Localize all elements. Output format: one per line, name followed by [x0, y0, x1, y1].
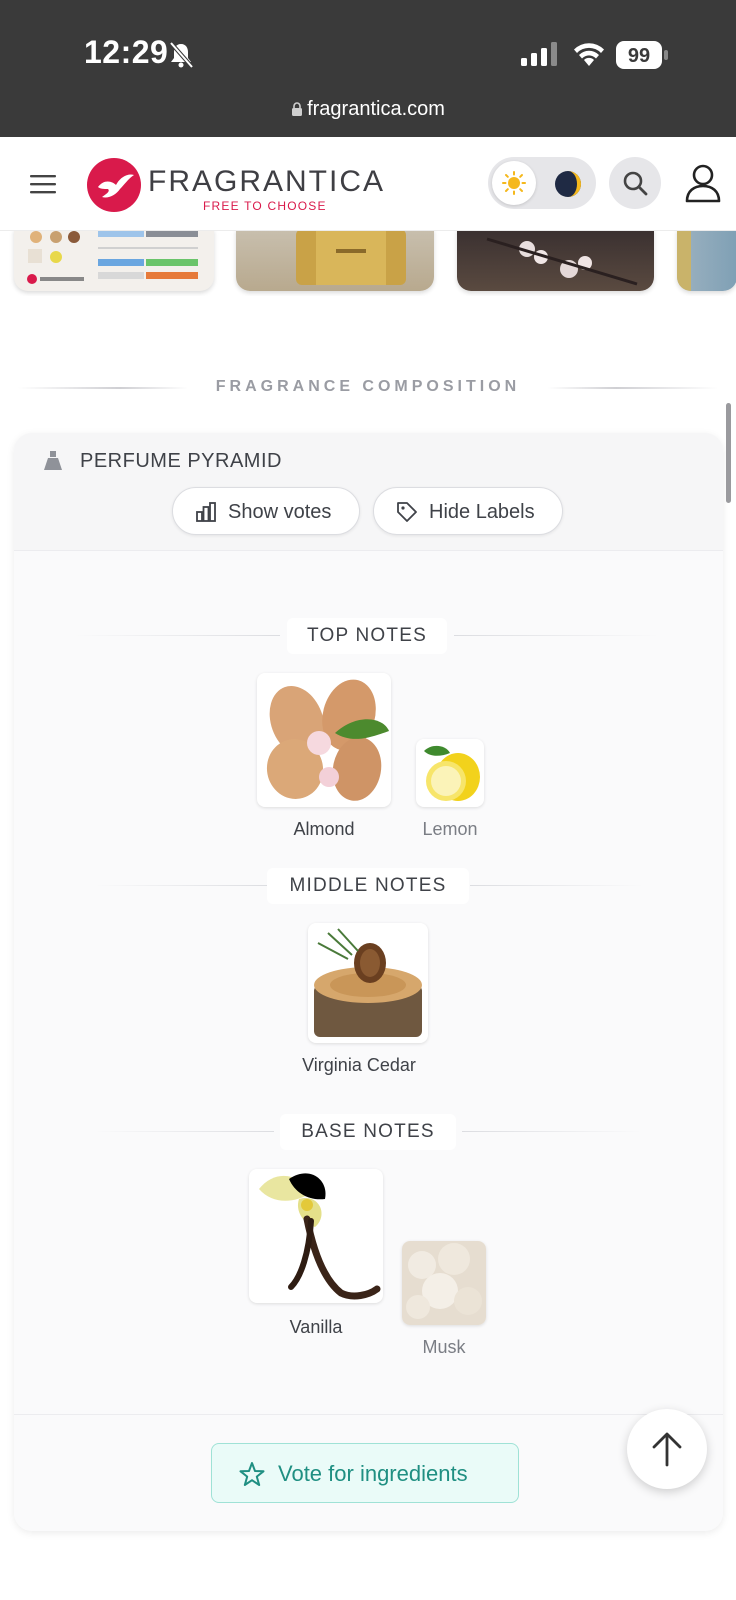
show-votes-button[interactable]: Show votes: [172, 487, 360, 535]
top-notes-label: TOP NOTES: [287, 618, 447, 654]
brand-tagline: FREE TO CHOOSE: [203, 199, 327, 213]
bell-muted-icon: [169, 41, 194, 69]
musk-image: [402, 1241, 486, 1325]
fragrantica-logo-icon[interactable]: [86, 157, 142, 213]
lemon-image: [416, 739, 484, 807]
divider: [470, 885, 644, 886]
thumbnail-notes-preview[interactable]: [14, 231, 214, 291]
scroll-to-top-button[interactable]: [627, 1409, 707, 1489]
moon-icon: [555, 171, 581, 197]
vanilla-label: Vanilla: [289, 1317, 343, 1337]
browser-status-bar: 12:29 99 fragrantica.com: [0, 0, 736, 137]
note-virginia-cedar[interactable]: Virginia Cedar: [299, 923, 439, 1093]
almond-image: [257, 673, 391, 807]
divider: [94, 885, 268, 886]
middle-notes-heading: MIDDLE NOTES: [14, 868, 723, 904]
base-notes-heading: BASE NOTES: [14, 1114, 723, 1150]
battery-icon: 99: [616, 41, 668, 69]
status-time: 12:29: [84, 34, 169, 70]
pyramid-footer: Vote for ingredients: [14, 1414, 723, 1531]
blossom-photo-image: [486, 237, 638, 286]
section-heading: FRAGRANCE COMPOSITION: [0, 376, 736, 400]
vanilla-image: [249, 1169, 383, 1303]
middle-notes-label: MIDDLE NOTES: [267, 868, 469, 904]
divider: [454, 635, 660, 636]
notes-preview-image: [27, 231, 198, 284]
hide-labels-label: Hide Labels: [429, 501, 535, 523]
perfume-pyramid-card: PERFUME PYRAMID Show votes Hide Labels T…: [14, 433, 723, 1531]
note-almond[interactable]: Almond: [257, 673, 393, 853]
pyramid-header: PERFUME PYRAMID Show votes Hide Labels: [14, 433, 723, 551]
url-text: fragrantica.com: [307, 98, 445, 120]
brand-name[interactable]: FRAGRANTICA: [148, 165, 385, 199]
perfume-flask-icon: [44, 451, 62, 470]
pyramid-title: PERFUME PYRAMID: [80, 450, 282, 472]
star-icon: [239, 1462, 265, 1486]
search-button[interactable]: [609, 157, 661, 209]
lock-icon: [292, 102, 303, 116]
hamburger-menu-icon[interactable]: [28, 172, 58, 196]
theme-toggle[interactable]: [488, 157, 596, 209]
base-notes-label: BASE NOTES: [280, 1114, 456, 1150]
lemon-label: Lemon: [422, 819, 478, 839]
almond-label: Almond: [293, 819, 355, 839]
battery-level: 99: [628, 45, 650, 67]
wifi-icon: [574, 43, 604, 66]
divider: [94, 1131, 274, 1132]
vote-for-ingredients-button[interactable]: Vote for ingredients: [211, 1443, 519, 1503]
virginia-cedar-label: Virginia Cedar: [302, 1055, 416, 1075]
search-icon: [623, 171, 648, 196]
thumbnail-bottle-photo[interactable]: [236, 231, 434, 291]
address-bar[interactable]: fragrantica.com: [0, 98, 736, 121]
page-scrollbar[interactable]: [726, 403, 731, 503]
divider: [462, 1131, 642, 1132]
tag-icon: [397, 502, 417, 522]
more-photo-image: [677, 231, 691, 291]
bottle-photo-image: [296, 231, 406, 285]
divider: [74, 635, 280, 636]
virginia-cedar-image: [308, 923, 428, 1043]
theme-toggle-knob: [492, 161, 536, 205]
site-header: FRAGRANTICA FREE TO CHOOSE: [0, 137, 736, 231]
musk-label: Musk: [422, 1337, 466, 1357]
note-lemon[interactable]: Lemon: [410, 739, 500, 859]
vote-button-label: Vote for ingredients: [278, 1461, 468, 1486]
bar-chart-icon: [196, 502, 216, 522]
sun-icon: [502, 171, 526, 195]
hide-labels-button[interactable]: Hide Labels: [373, 487, 563, 535]
show-votes-label: Show votes: [228, 501, 332, 523]
top-notes-heading: TOP NOTES: [14, 618, 723, 654]
arrow-up-icon: [652, 1432, 682, 1467]
note-musk[interactable]: Musk: [402, 1241, 492, 1361]
divider: [548, 387, 718, 389]
thumbnail-more-photo[interactable]: [677, 231, 736, 291]
user-account-icon[interactable]: [684, 163, 722, 203]
signal-icon: [521, 42, 557, 66]
photo-thumbnail-strip: [0, 231, 736, 296]
note-vanilla[interactable]: Vanilla: [249, 1169, 385, 1349]
thumbnail-blossom-photo[interactable]: [457, 231, 654, 291]
